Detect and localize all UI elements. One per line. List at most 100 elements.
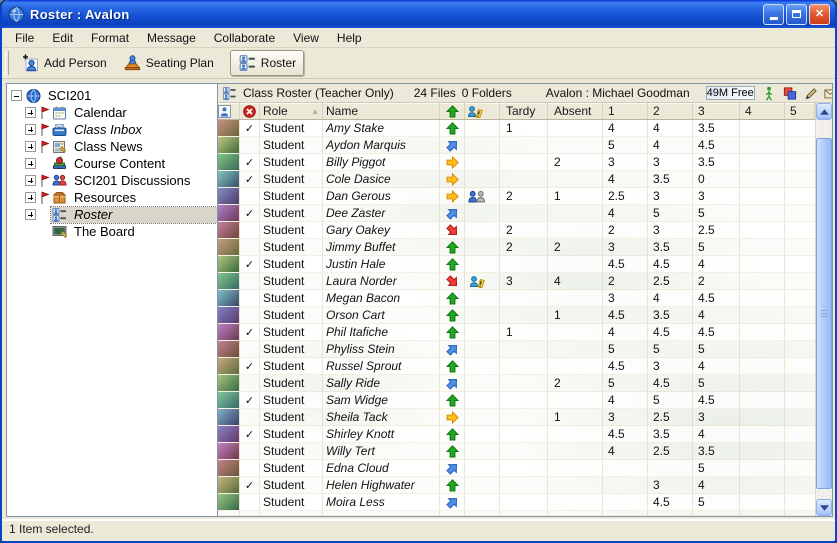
- menu-item-view[interactable]: View: [284, 29, 328, 47]
- table-row[interactable]: Student Orson Cart 1 4.5 3.5 4: [218, 307, 815, 324]
- attendance-check[interactable]: ✓: [240, 120, 260, 137]
- attendance-check[interactable]: ✓: [240, 256, 260, 273]
- toolbar-grip[interactable]: [5, 51, 9, 75]
- avatar-column-header[interactable]: [218, 103, 240, 119]
- scroll-down-button[interactable]: [816, 499, 832, 516]
- attendance-check[interactable]: [240, 188, 260, 205]
- attendance-check[interactable]: ✓: [240, 324, 260, 341]
- grade-column-header[interactable]: 2: [648, 103, 693, 119]
- table-row[interactable]: Student Laura Norder 3 4 2 2.5 2: [218, 273, 815, 290]
- tree-expander[interactable]: [25, 141, 36, 152]
- attendance-check[interactable]: [240, 239, 260, 256]
- attendance-check[interactable]: [240, 443, 260, 460]
- attendance-check[interactable]: [240, 375, 260, 392]
- table-row[interactable]: Student Jimmy Buffet 2 2 3 3.5 5: [218, 239, 815, 256]
- attendance-check[interactable]: [240, 409, 260, 426]
- tree-item-the-board[interactable]: The Board: [9, 223, 217, 240]
- tardy-column-header[interactable]: Tardy: [500, 103, 548, 119]
- attendance-check[interactable]: ✓: [240, 171, 260, 188]
- table-row[interactable]: Student Moira Less 4.5 5: [218, 494, 815, 511]
- table-row[interactable]: Student Gary Oakey 2 2 3 2.5: [218, 222, 815, 239]
- tree-expander[interactable]: [25, 192, 36, 203]
- tree-expander[interactable]: [25, 175, 36, 186]
- table-row[interactable]: Student Edna Cloud 5: [218, 460, 815, 477]
- table-row[interactable]: ✓ Student Cole Dasice 4 3.5 0: [218, 171, 815, 188]
- toolbar-button-add-person[interactable]: Add Person: [13, 50, 115, 76]
- table-row[interactable]: ✓ Student Justin Hale 4.5 4.5 4: [218, 256, 815, 273]
- tree-expander[interactable]: [25, 209, 36, 220]
- block-column-header[interactable]: [240, 103, 260, 119]
- table-row[interactable]: Student Aydon Marquis 5 4 4.5: [218, 137, 815, 154]
- table-row[interactable]: ✓ Student Billy Piggot 2 3 3 3.5: [218, 154, 815, 171]
- attendance-check[interactable]: ✓: [240, 392, 260, 409]
- table-row[interactable]: ✓ Student Phil Itafiche 1 4 4.5 4.5: [218, 324, 815, 341]
- attendance-check[interactable]: [240, 273, 260, 290]
- menu-item-file[interactable]: File: [6, 29, 43, 47]
- minimize-button[interactable]: [763, 4, 784, 25]
- table-row[interactable]: Student Phyliss Stein 5 5 5: [218, 341, 815, 358]
- attendance-check[interactable]: [240, 222, 260, 239]
- attendance-check[interactable]: [240, 511, 260, 516]
- menu-item-collaborate[interactable]: Collaborate: [205, 29, 284, 47]
- grade-column-header[interactable]: 5: [785, 103, 815, 119]
- table-row[interactable]: ✓ Student Amy Stake 1 4 4 3.5: [218, 120, 815, 137]
- toolbar-button-seating-plan[interactable]: Seating Plan: [115, 50, 222, 76]
- tree-item-calendar[interactable]: Calendar: [9, 104, 217, 121]
- copy-icon[interactable]: [782, 86, 798, 101]
- attendance-check[interactable]: [240, 460, 260, 477]
- tree-expander[interactable]: [25, 107, 36, 118]
- maximize-button[interactable]: [786, 4, 807, 25]
- trend-column-header[interactable]: [440, 103, 465, 119]
- close-button[interactable]: ✕: [809, 4, 830, 25]
- menu-item-format[interactable]: Format: [82, 29, 138, 47]
- attendance-check[interactable]: ✓: [240, 426, 260, 443]
- alert-column-header[interactable]: [465, 103, 500, 119]
- attendance-check[interactable]: [240, 290, 260, 307]
- grade-column-header[interactable]: 4: [740, 103, 785, 119]
- tree-item-resources[interactable]: Resources: [9, 189, 217, 206]
- role-column-header[interactable]: Role▲: [260, 103, 323, 119]
- attendance-check[interactable]: [240, 137, 260, 154]
- empty-row[interactable]: [218, 511, 815, 516]
- attendance-check[interactable]: ✓: [240, 477, 260, 494]
- attendance-check[interactable]: ✓: [240, 358, 260, 375]
- table-row[interactable]: ✓ Student Helen Highwater 3 4: [218, 477, 815, 494]
- table-row[interactable]: ✓ Student Shirley Knott 4.5 3.5 4: [218, 426, 815, 443]
- title-bar[interactable]: Roster : Avalon ✕: [2, 0, 835, 28]
- table-row[interactable]: Student Willy Tert 4 2.5 3.5: [218, 443, 815, 460]
- name-column-header[interactable]: Name: [323, 103, 440, 119]
- scroll-up-button[interactable]: [816, 103, 832, 120]
- table-row[interactable]: ✓ Student Sam Widge 4 5 4.5: [218, 392, 815, 409]
- menu-item-help[interactable]: Help: [328, 29, 371, 47]
- tree-item-sci201-discussions[interactable]: SCI201 Discussions: [9, 172, 217, 189]
- grade-column-header[interactable]: 1: [603, 103, 648, 119]
- tree-item-class-news[interactable]: Class News: [9, 138, 217, 155]
- grade-column-header[interactable]: 3: [693, 103, 740, 119]
- pencil-icon[interactable]: [803, 86, 819, 101]
- attendance-check[interactable]: [240, 341, 260, 358]
- tree-item-course-content[interactable]: Course Content: [9, 155, 217, 172]
- absent-column-header[interactable]: Absent: [548, 103, 603, 119]
- scrollbar-track[interactable]: [816, 120, 832, 499]
- vertical-scrollbar[interactable]: [815, 103, 832, 516]
- attendance-check[interactable]: ✓: [240, 154, 260, 171]
- tree-item-sci201[interactable]: SCI201: [9, 87, 217, 104]
- tree-item-class-inbox[interactable]: Class Inbox: [9, 121, 217, 138]
- attendance-check[interactable]: ✓: [240, 205, 260, 222]
- toolbar-button-roster[interactable]: Roster: [230, 50, 304, 76]
- person-status-icon[interactable]: [761, 86, 777, 101]
- tree-expander[interactable]: [25, 124, 36, 135]
- compose-mail-icon[interactable]: [824, 86, 833, 101]
- attendance-check[interactable]: [240, 494, 260, 511]
- tree-item-roster[interactable]: Roster: [9, 206, 217, 223]
- tree-expander[interactable]: [11, 90, 22, 101]
- table-row[interactable]: Student Sheila Tack 1 3 2.5 3: [218, 409, 815, 426]
- tree-expander[interactable]: [25, 158, 36, 169]
- table-row[interactable]: ✓ Student Dee Zaster 4 5 5: [218, 205, 815, 222]
- table-row[interactable]: ✓ Student Russel Sprout 4.5 3 4: [218, 358, 815, 375]
- menu-item-message[interactable]: Message: [138, 29, 205, 47]
- attendance-check[interactable]: [240, 307, 260, 324]
- menu-item-edit[interactable]: Edit: [43, 29, 82, 47]
- table-row[interactable]: Student Megan Bacon 3 4 4.5: [218, 290, 815, 307]
- scrollbar-thumb[interactable]: [816, 138, 832, 489]
